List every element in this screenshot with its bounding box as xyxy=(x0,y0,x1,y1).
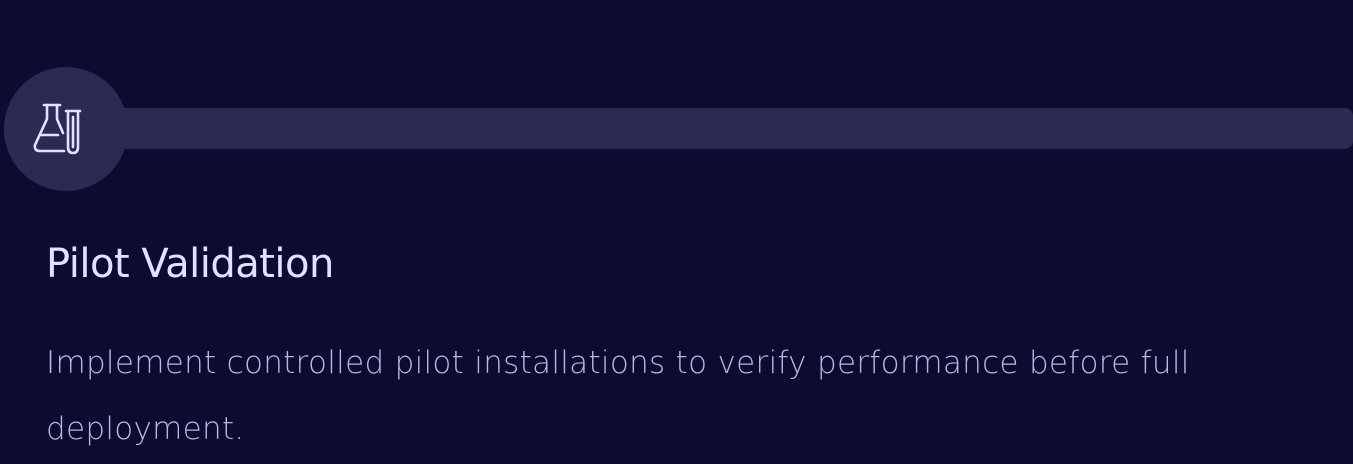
timeline-track xyxy=(70,108,1353,149)
step-icon-badge xyxy=(4,67,128,191)
step-title: Pilot Validation xyxy=(46,241,334,287)
flask-icon xyxy=(33,97,94,161)
process-step: Pilot Validation Implement controlled pi… xyxy=(0,0,1353,464)
step-description: Implement controlled pilot installations… xyxy=(46,345,1190,447)
